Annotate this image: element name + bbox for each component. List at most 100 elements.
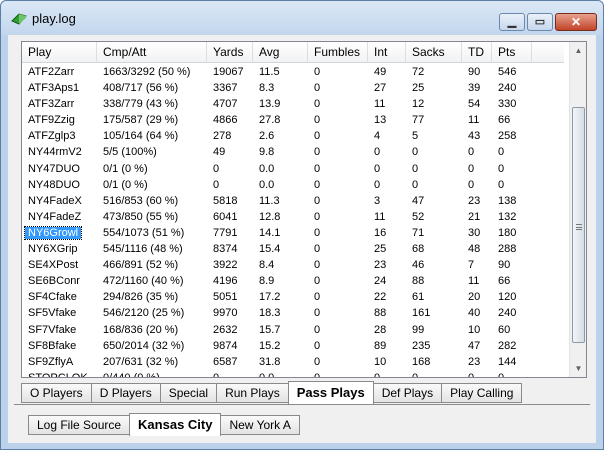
cell-sacks: 12	[412, 98, 425, 111]
table-row[interactable]: NY48DUO 0/1 (0 %) 0 0.0 0 0 0 0 0	[22, 177, 564, 193]
cell-sacks: 161	[412, 307, 431, 320]
table-row[interactable]: SF4Cfake 294/826 (35 %) 5051 17.2 0 22 61 20 120	[22, 289, 564, 305]
cell-int: 24	[374, 275, 387, 288]
cell-yards: 2632	[213, 323, 238, 336]
minimize-icon: ▁	[507, 16, 517, 28]
cell-td: 0	[468, 146, 475, 159]
cell-yards: 4196	[213, 275, 238, 288]
table-row[interactable]: SF5Vfake 546/2120 (25 %) 9970 18.3 0 88 161 40 2…	[22, 305, 564, 321]
column-header-cmp-att[interactable]: Cmp/Att	[97, 42, 207, 63]
column-header-yards[interactable]: Yards	[207, 42, 253, 63]
cell-yards: 9970	[213, 307, 238, 320]
table-row[interactable]: NY6XGrip 545/1116 (48 %) 8374 15.4 0 25 68 48 28…	[22, 241, 564, 257]
table-row[interactable]: ATF3Aps1 408/717 (56 %) 3367 8.3 0 27 25 39 240	[22, 80, 564, 96]
tab-run-plays[interactable]: Run Plays	[216, 383, 289, 403]
minimize-button[interactable]: ▁	[499, 13, 525, 31]
table-row[interactable]: NY47DUO 0/1 (0 %) 0 0.0 0 0 0 0 0	[22, 161, 564, 177]
cell-int: 28	[374, 323, 387, 336]
tab-d-players[interactable]: D Players	[90, 383, 161, 403]
column-header-sacks[interactable]: Sacks	[406, 42, 462, 63]
arrow-down-icon: ▼	[574, 364, 583, 373]
cell-fumbles: 0	[314, 82, 321, 95]
cell-td: 90	[468, 66, 481, 78]
team-tab-kansas-city[interactable]: Kansas City	[129, 413, 222, 436]
table-row[interactable]: NY6Growl 554/1073 (51 %) 7791 14.1 0 16 71 30 18…	[22, 225, 564, 241]
title-bar[interactable]: play.log ▁ ▭ ✕	[1, 1, 603, 35]
vertical-scrollbar[interactable]: ▲ ▼	[569, 42, 586, 377]
table-row[interactable]: NY4FadeZ 473/850 (55 %) 6041 12.8 0 11 52 21 132	[22, 209, 564, 225]
cell-fumbles: 0	[314, 98, 321, 111]
cell-sacks: 71	[412, 226, 425, 239]
table-row[interactable]: ATF9Zzig 175/587 (29 %) 4866 27.8 0 13 77 11 66	[22, 112, 564, 128]
cell-pts: 180	[498, 226, 517, 239]
cell-fumbles: 0	[314, 307, 321, 320]
tab-play-calling[interactable]: Play Calling	[441, 383, 523, 403]
cell-sacks: 0	[412, 162, 419, 175]
scroll-thumb[interactable]	[572, 107, 585, 343]
cell-play: ATF2Zarr	[28, 66, 75, 78]
team-tab-new-york-a[interactable]: New York A	[220, 415, 300, 435]
cell-play: STOPCLOK	[28, 371, 88, 378]
app-window: play.log ▁ ▭ ✕ Play Cmp/Att Yards Avg Fumble…	[0, 0, 604, 450]
table-row[interactable]: NY4FadeX 516/853 (60 %) 5818 11.3 0 3 47 23 138	[22, 193, 564, 209]
cell-td: 47	[468, 339, 481, 352]
column-header-avg[interactable]: Avg	[253, 42, 308, 63]
table-row[interactable]: ATFZglp3 105/164 (64 %) 278 2.6 0 4 5 43 258	[22, 128, 564, 144]
table-row[interactable]: SF9ZflyA 207/631 (32 %) 6587 31.8 0 10 168 23 14…	[22, 354, 564, 370]
tab-divider	[14, 404, 590, 405]
cell-play: NY47DUO	[28, 162, 80, 175]
cell-td: 7	[468, 259, 475, 272]
cell-yards: 3367	[213, 82, 238, 95]
category-tab-strip: O Players D Players Special Run Plays Pass P…	[21, 381, 523, 406]
column-header-td[interactable]: TD	[462, 42, 492, 63]
table-row[interactable]: NY44rmV2 5/5 (100%) 49 9.8 0 0 0 0 0	[22, 144, 564, 160]
cell-avg: 17.2	[259, 291, 281, 304]
table-row[interactable]: SE6BConr 472/1160 (40 %) 4196 8.9 0 24 88 11 66	[22, 273, 564, 289]
scroll-down-button[interactable]: ▼	[571, 360, 586, 377]
cell-cmp-att: 546/2120 (25 %)	[103, 307, 185, 320]
column-header-int[interactable]: Int	[368, 42, 406, 63]
tab-def-plays[interactable]: Def Plays	[372, 383, 443, 403]
table-body: ATF2Zarr 1663/3292 (50 %) 19067 11.5 0 49 72 90…	[22, 64, 564, 378]
cell-cmp-att: 545/1116 (48 %)	[103, 243, 183, 256]
cell-cmp-att: 207/631 (32 %)	[103, 355, 179, 368]
cell-pts: 330	[498, 98, 517, 111]
team-tab-log-file-source[interactable]: Log File Source	[28, 415, 131, 435]
cell-play: NY6Growl	[22, 225, 97, 241]
cell-fumbles: 0	[314, 226, 321, 239]
cell-int: 0	[374, 162, 381, 175]
table-row[interactable]: SE4XPost 466/891 (52 %) 3922 8.4 0 23 46 7 90	[22, 257, 564, 273]
table-row[interactable]: ATF2Zarr 1663/3292 (50 %) 19067 11.5 0 49 72 90…	[22, 64, 564, 80]
tab-pass-plays[interactable]: Pass Plays	[287, 381, 374, 404]
cell-play: SE4XPost	[28, 259, 79, 272]
cell-td: 0	[468, 371, 475, 378]
maximize-button[interactable]: ▭	[527, 13, 553, 31]
window-title: play.log	[32, 11, 76, 26]
cell-avg: 0.0	[259, 371, 275, 378]
table-row[interactable]: ATF3Zarr 338/779 (43 %) 4707 13.9 0 11 12 54 330	[22, 96, 564, 112]
table-row[interactable]: SF8Bfake 650/2014 (32 %) 9874 15.2 0 89 235 47 2…	[22, 338, 564, 354]
cell-avg: 8.4	[259, 259, 275, 272]
cell-yards: 0	[213, 371, 220, 378]
column-header-pts[interactable]: Pts	[492, 42, 532, 63]
cell-pts: 66	[498, 275, 511, 288]
table-row[interactable]: SF7Vfake 168/836 (20 %) 2632 15.7 0 28 99 10 60	[22, 322, 564, 338]
tab-special[interactable]: Special	[159, 383, 218, 403]
cell-fumbles: 0	[314, 146, 321, 159]
column-header-play[interactable]: Play	[22, 42, 97, 63]
cell-pts: 240	[498, 82, 517, 95]
cell-play: SF7Vfake	[28, 323, 77, 336]
cell-pts: 90	[498, 259, 511, 272]
cell-yards: 278	[213, 130, 232, 143]
cell-play: NY4FadeX	[28, 194, 82, 207]
cell-td: 11	[468, 275, 480, 288]
cell-fumbles: 0	[314, 66, 321, 78]
cell-avg: 12.8	[259, 210, 281, 223]
scroll-up-button[interactable]: ▲	[571, 42, 586, 59]
cell-cmp-att: 408/717 (56 %)	[103, 82, 179, 95]
cell-yards: 4707	[213, 98, 238, 111]
column-header-fumbles[interactable]: Fumbles	[308, 42, 368, 63]
table-row[interactable]: STOPCLOK 0/440 (0 %) 0 0.0 0 0 0 0 0	[22, 370, 564, 378]
tab-o-players[interactable]: O Players	[21, 383, 92, 403]
close-button[interactable]: ✕	[555, 13, 597, 31]
